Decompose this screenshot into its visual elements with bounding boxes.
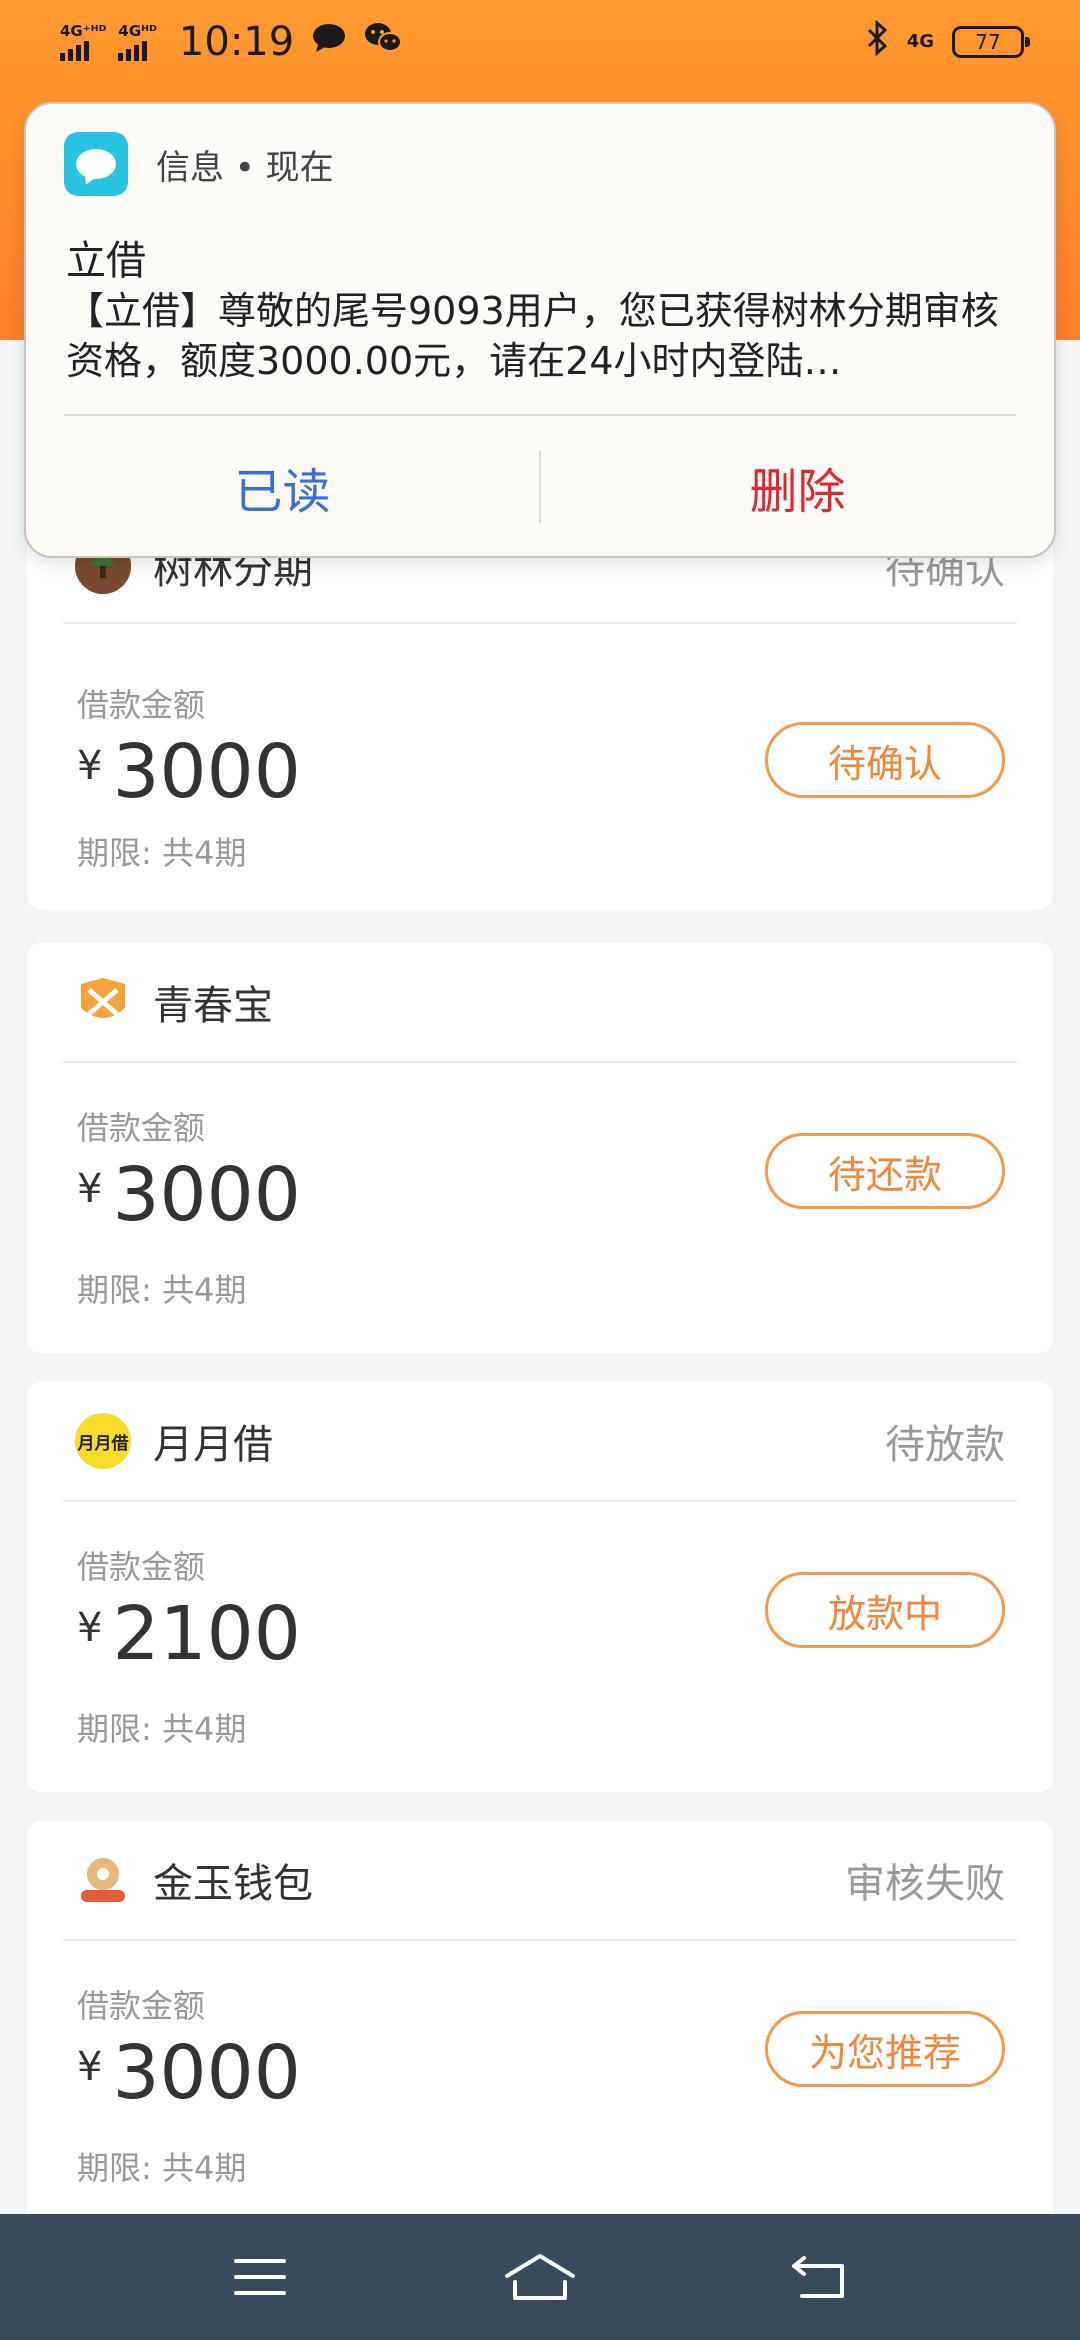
loan-term: 期限: 共4期 [77, 2149, 247, 2187]
delete-button[interactable]: 删除 [541, 416, 1054, 558]
signal-sim2-icon: 4Gᴴᴰ [118, 23, 157, 61]
qingchunbao-logo-icon [75, 974, 131, 1030]
loan-card-header: 金玉钱包 审核失败 [63, 1821, 1017, 1941]
battery-level: 77 [975, 30, 1001, 54]
notification-body: 【立借】尊敬的尾号9093用户，您已获得树林分期审核资格，额度3000.00元，… [66, 289, 999, 383]
amount-value: 3000 [112, 729, 301, 815]
currency-symbol: ¥ [77, 743, 103, 789]
signal-sim1-label: 4G⁺ᴴᴰ [60, 22, 107, 40]
amount-value: 2100 [112, 1591, 301, 1677]
loan-product-name: 青春宝 [153, 983, 273, 1029]
sms-notification[interactable]: 信息 • 现在 立借 【立借】尊敬的尾号9093用户，您已获得树林分期审核资格，… [24, 102, 1056, 558]
mark-read-button[interactable]: 已读 [26, 416, 539, 558]
amount-label: 借款金额 [77, 1548, 206, 1586]
status-bar: 4G⁺ᴴᴰ 4Gᴴᴰ 10:19 4G 77 [0, 0, 1080, 84]
battery-icon: 77 [952, 26, 1030, 58]
loan-product-name: 金玉钱包 [153, 1861, 313, 1907]
status-left: 4G⁺ᴴᴰ 4Gᴴᴰ 10:19 [60, 19, 403, 65]
back-icon[interactable] [780, 2247, 860, 2307]
clock: 10:19 [178, 19, 295, 65]
loan-card[interactable]: 树林分期 待确认 借款金额 ¥ 3000 期限: 共4期 待确认 [27, 510, 1053, 910]
loan-amount: ¥ 3000 [77, 1155, 301, 1235]
loan-card-header: 月月借 月月借 待放款 [63, 1382, 1017, 1502]
loan-term: 期限: 共4期 [77, 834, 247, 872]
menu-icon[interactable] [220, 2247, 300, 2307]
loan-action-button[interactable]: 放款中 [765, 1572, 1005, 1648]
notification-app-name: 信息 • 现在 [156, 147, 334, 188]
amount-label: 借款金额 [77, 686, 206, 724]
amount-label: 借款金额 [77, 1109, 206, 1147]
loan-term: 期限: 共4期 [77, 1271, 247, 1309]
loan-product-name: 月月借 [153, 1422, 273, 1468]
loan-status: 待放款 [885, 1422, 1005, 1468]
loan-card[interactable]: 月月借 月月借 待放款 借款金额 ¥ 2100 期限: 共4期 放款中 [27, 1382, 1053, 1792]
loan-card-header: 青春宝 [63, 943, 1017, 1063]
notification-title: 立借 [66, 238, 146, 284]
notification-app-row: 信息 • 现在 [64, 132, 334, 196]
network-indicator: 4G [906, 31, 934, 52]
message-icon [312, 22, 346, 62]
loan-status: 审核失败 [845, 1861, 1005, 1907]
loan-amount: ¥ 2100 [77, 1594, 301, 1674]
messages-app-icon [64, 132, 128, 196]
loan-amount: ¥ 3000 [77, 732, 301, 812]
system-navigation-bar [0, 2214, 1080, 2340]
currency-symbol: ¥ [77, 2044, 103, 2090]
status-right: 4G 77 [865, 19, 1030, 65]
wechat-icon [364, 22, 403, 63]
jinyu-wallet-logo-icon [75, 1852, 131, 1908]
loan-card[interactable]: 青春宝 借款金额 ¥ 3000 期限: 共4期 待还款 [27, 943, 1053, 1353]
amount-label: 借款金额 [77, 1987, 206, 2025]
currency-symbol: ¥ [77, 1166, 103, 1212]
loan-term: 期限: 共4期 [77, 1710, 247, 1748]
currency-symbol: ¥ [77, 1605, 103, 1651]
loan-amount: ¥ 3000 [77, 2033, 301, 2113]
loan-card[interactable]: 金玉钱包 审核失败 借款金额 ¥ 3000 期限: 共4期 为您推荐 [27, 1821, 1053, 2214]
loan-action-button[interactable]: 为您推荐 [765, 2011, 1005, 2087]
home-icon[interactable] [500, 2247, 580, 2307]
yueyuejie-logo-text: 月月借 [77, 1433, 129, 1454]
yueyuejie-logo-icon: 月月借 [75, 1413, 131, 1469]
amount-value: 3000 [112, 1152, 301, 1238]
loan-action-button[interactable]: 待还款 [765, 1133, 1005, 1209]
signal-sim1-icon: 4G⁺ᴴᴰ [60, 23, 106, 61]
loan-action-button[interactable]: 待确认 [765, 722, 1005, 798]
bluetooth-icon [865, 19, 889, 65]
notification-actions: 已读 删除 [26, 416, 1054, 558]
signal-sim2-label: 4Gᴴᴰ [118, 22, 157, 40]
amount-value: 3000 [112, 2030, 301, 2116]
